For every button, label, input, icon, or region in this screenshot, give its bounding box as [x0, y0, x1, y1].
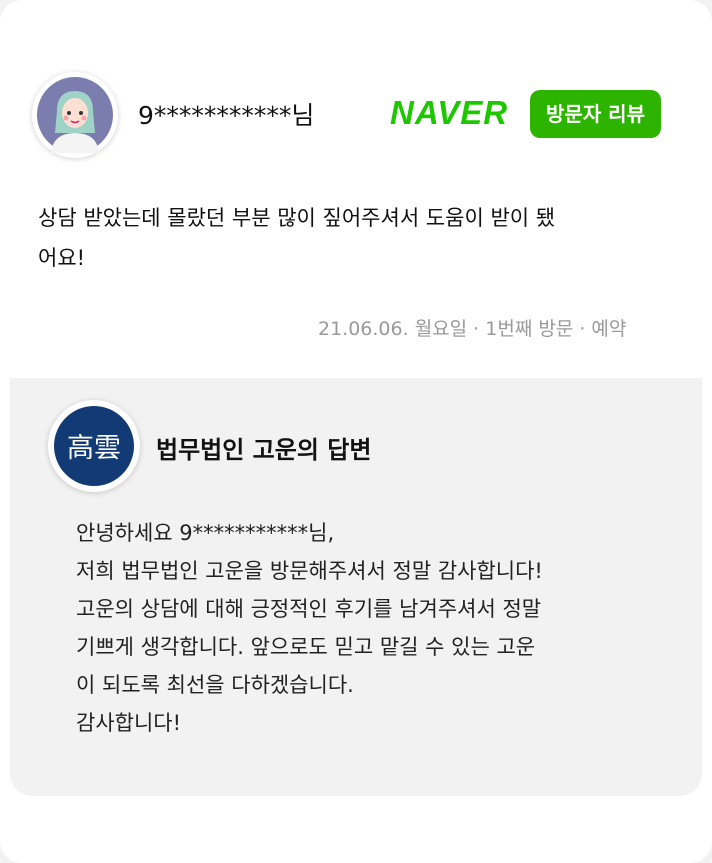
reply-line: 이 되도록 최선을 다하겠습니다.: [76, 673, 354, 697]
reply-line: 안녕하세요 9***********님,: [76, 521, 335, 545]
reply-line: 기쁘게 생각합니다. 앞으로도 믿고 맡길 수 있는 고운: [76, 635, 536, 659]
naver-logo: NAVER: [390, 94, 509, 131]
reply-line: 저희 법무법인 고운을 방문해주셔서 정말 감사합니다!: [76, 559, 543, 583]
review-text-line: 상담 받았는데 몰랐던 부분 많이 짚어주셔서 도움이 받이 됐: [38, 206, 556, 230]
reply-line: 감사합니다!: [76, 711, 182, 735]
reply-title: 법무법인 고운의 답변: [156, 436, 372, 464]
law-firm-logo-icon: 高雲: [54, 406, 134, 486]
firm-logo-text: 高雲: [67, 433, 121, 464]
reply-section: 高雲 법무법인 고운의 답변 안녕하세요 9***********님, 저희 법…: [10, 378, 702, 796]
visitor-review-badge: 방문자 리뷰: [530, 90, 661, 138]
review-section: 9***********님 NAVER 방문자 리뷰 상담 받았는데 몰랐던 부…: [0, 0, 712, 378]
reply-line: 고운의 상담에 대해 긍정적인 후기를 남겨주셔서 정말: [76, 597, 542, 621]
user-avatar-icon: [37, 77, 113, 153]
avatar: [32, 72, 118, 158]
review-text: 상담 받았는데 몰랐던 부분 많이 짚어주셔서 도움이 받이 됐 어요!: [38, 198, 678, 278]
review-text-line: 어요!: [38, 246, 86, 270]
username: 9***********님: [138, 101, 315, 130]
reply-body: 안녕하세요 9***********님, 저희 법무법인 고운을 방문해주셔서 …: [76, 514, 676, 742]
firm-logo: 高雲: [48, 400, 140, 492]
review-meta: 21.06.06. 월요일 · 1번째 방문 · 예약: [318, 318, 627, 340]
